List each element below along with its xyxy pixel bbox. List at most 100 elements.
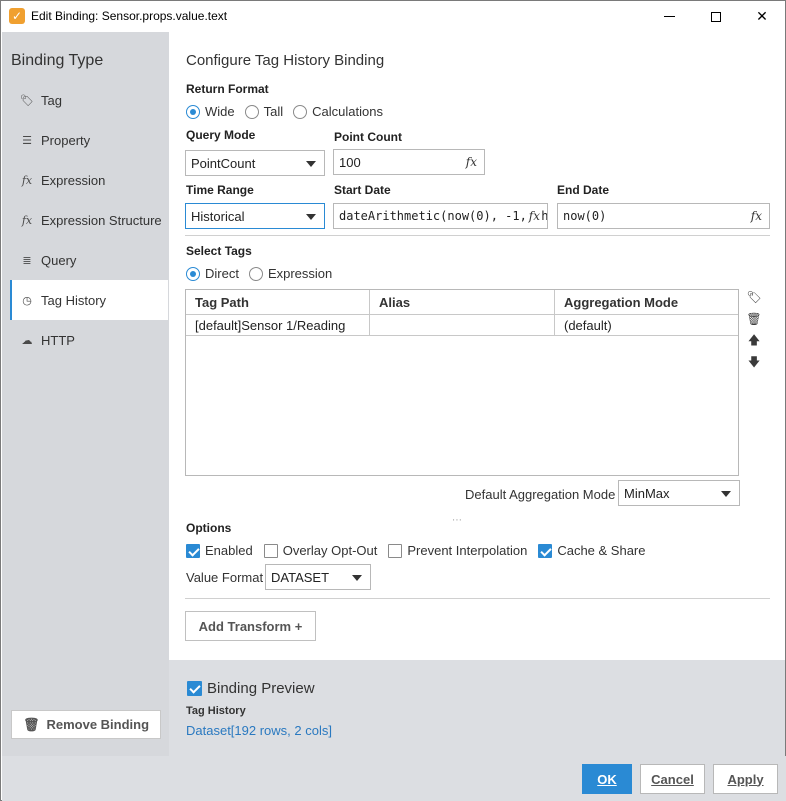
remove-binding-label: Remove Binding (46, 717, 150, 732)
fx-icon[interactable]: fx (461, 155, 477, 169)
ok-label: OK (597, 771, 617, 787)
radio-calculations[interactable]: Calculations (293, 104, 383, 119)
preview-result-link[interactable]: Dataset[192 rows, 2 cols] (186, 723, 332, 738)
radio-button (186, 104, 200, 119)
checkbox-label: Overlay Opt-Out (282, 543, 378, 558)
query-mode-label: Query Mode (186, 128, 256, 142)
start-date-label: Start Date (334, 183, 391, 197)
sidebar-item-tag-history[interactable]: ◷ Tag History (10, 280, 168, 320)
divider (185, 598, 770, 599)
table-header: Tag Path Alias Aggregation Mode (186, 290, 738, 315)
dialog-footer: OK Cancel Apply (2, 756, 786, 801)
arrow-down-icon[interactable]: 🡇 (746, 355, 762, 371)
title-bar: ✓ Edit Binding: Sensor.props.value.text … (1, 1, 785, 32)
apply-button[interactable]: Apply (713, 764, 778, 794)
cancel-button[interactable]: Cancel (640, 764, 705, 794)
page-title: Configure Tag History Binding (186, 52, 385, 69)
value-format-select[interactable]: DATASET (265, 564, 371, 590)
default-aggregation-value: MinMax (624, 485, 670, 501)
sidebar-item-label: Tag (41, 92, 62, 108)
sidebar-item-label: Property (41, 132, 91, 148)
binding-preview-label: Binding Preview (207, 680, 315, 697)
start-date-input[interactable]: dateArithmetic(now(0), -1, "hour") fx (333, 203, 548, 229)
column-header-alias[interactable]: Alias (370, 290, 555, 315)
add-transform-button[interactable]: Add Transform + (185, 611, 316, 641)
chevron-down-icon (721, 491, 731, 497)
chevron-down-icon (306, 161, 316, 167)
checkbox (263, 543, 278, 558)
preview-type-label: Tag History (186, 705, 246, 717)
cancel-label: Cancel (651, 771, 694, 787)
sidebar-item-tag[interactable]: 🏷 Tag (10, 80, 168, 120)
default-aggregation-select[interactable]: MinMax (618, 480, 740, 506)
splitter-handle[interactable]: ⋯ (452, 515, 463, 526)
radio-direct[interactable]: Direct (186, 266, 239, 281)
value-format-value: DATASET (271, 569, 330, 585)
sidebar-item-property[interactable]: ☰ Property (10, 120, 168, 160)
sidebar-item-http[interactable]: ☁ HTTP (10, 320, 168, 360)
close-icon: ✕ (756, 8, 768, 24)
start-date-value: dateArithmetic(now(0), -1, "hour") (339, 209, 548, 223)
radio-button (248, 266, 263, 281)
checkbox-enabled[interactable]: Enabled (186, 543, 253, 558)
return-format-group: Wide Tall Calculations (186, 104, 393, 119)
delete-icon[interactable]: 🗑 (746, 311, 762, 327)
database-icon: ≣ (22, 254, 32, 267)
table-row[interactable]: [default]Sensor 1/Reading (default) (186, 315, 738, 336)
time-range-label: Time Range (186, 183, 254, 197)
end-date-label: End Date (557, 183, 610, 197)
checkbox-overlay-opt-out[interactable]: Overlay Opt-Out (263, 543, 378, 558)
radio-tall[interactable]: Tall (244, 104, 283, 119)
radio-button (244, 104, 259, 119)
chevron-down-icon (306, 214, 316, 220)
sidebar-item-label: HTTP (41, 332, 75, 348)
column-header-aggregation-mode[interactable]: Aggregation Mode (555, 290, 738, 315)
add-tag-icon[interactable]: 🏷 (746, 289, 762, 305)
checkbox-prevent-interpolation[interactable]: Prevent Interpolation (388, 543, 527, 558)
sidebar-item-label: Expression (41, 172, 106, 188)
arrow-up-icon[interactable]: 🡅 (746, 333, 762, 349)
checkbox-label: Cache & Share (557, 543, 646, 558)
sidebar-title: Binding Type (11, 52, 104, 69)
checkbox-cache-share[interactable]: Cache & Share (538, 543, 646, 558)
radio-expression[interactable]: Expression (248, 266, 333, 281)
radio-wide[interactable]: Wide (186, 104, 235, 119)
cell-tag-path[interactable]: [default]Sensor 1/Reading (186, 315, 370, 336)
return-format-label: Return Format (186, 82, 269, 96)
sidebar-item-label: Expression Structure (41, 212, 162, 228)
fx-icon[interactable]: fx (524, 209, 540, 223)
ok-button[interactable]: OK (582, 764, 632, 794)
maximize-button[interactable] (693, 1, 739, 32)
checkbox (538, 543, 553, 558)
sidebar-item-expression[interactable]: fx Expression (10, 160, 168, 200)
apply-label: Apply (727, 771, 764, 787)
minimize-button[interactable] (646, 1, 692, 32)
select-tags-group: Direct Expression (186, 266, 342, 281)
sidebar-item-query[interactable]: ≣ Query (10, 240, 168, 280)
close-button[interactable]: ✕ (739, 1, 785, 32)
options-label: Options (186, 521, 232, 535)
fx-icon[interactable]: fx (746, 209, 762, 223)
end-date-input[interactable]: now(0) fx (557, 203, 770, 229)
query-mode-value: PointCount (191, 155, 256, 171)
time-range-select[interactable]: Historical (185, 203, 325, 229)
cloud-icon: ☁ (21, 334, 33, 347)
minimize-icon (663, 16, 675, 17)
radio-label: Calculations (312, 104, 383, 119)
remove-binding-button[interactable]: 🗑 Remove Binding (11, 710, 161, 739)
point-count-input[interactable]: 100 fx (333, 149, 485, 175)
maximize-icon (711, 11, 721, 22)
column-header-tag-path[interactable]: Tag Path (186, 290, 370, 315)
checkbox (388, 543, 403, 558)
chevron-down-icon (352, 575, 362, 581)
cell-alias[interactable] (370, 315, 555, 336)
radio-label: Expression (267, 266, 333, 281)
binding-preview-toggle[interactable]: Binding Preview (187, 680, 315, 697)
tag-icon: 🏷 (20, 94, 34, 107)
sidebar-item-expression-structure[interactable]: fx Expression Structure (10, 200, 168, 240)
end-date-value: now(0) (563, 209, 607, 223)
cell-aggregation-mode[interactable]: (default) (555, 315, 738, 336)
query-mode-select[interactable]: PointCount (185, 150, 325, 176)
property-icon: ☰ (22, 134, 32, 147)
checkbox (187, 681, 202, 696)
